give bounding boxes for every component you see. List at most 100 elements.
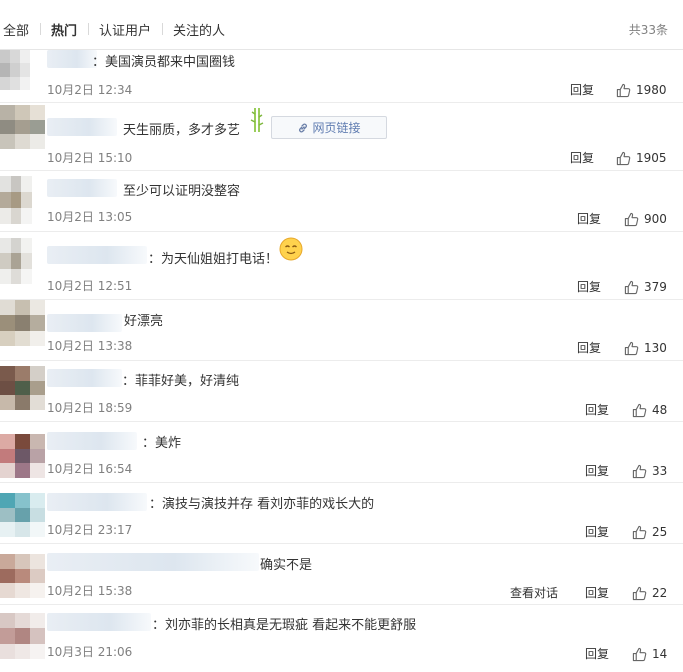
- web-link-button[interactable]: 网页链接: [271, 116, 387, 139]
- reply-button[interactable]: 回复: [570, 149, 594, 166]
- avatar[interactable]: [0, 300, 45, 346]
- like-count: 1905: [636, 151, 667, 165]
- reply-button[interactable]: 回复: [585, 584, 609, 601]
- comment-text: ：菲菲好美，好清纯: [122, 374, 240, 389]
- comment-item: 天生丽质，多才多艺 网页链接 10月2日 15:10 回复 1905: [0, 103, 683, 171]
- comment-time: 10月2日 16:54: [47, 462, 133, 476]
- like-count: 22: [652, 586, 668, 600]
- reply-button[interactable]: 回复: [577, 339, 601, 356]
- thumbs-up-icon: [632, 647, 647, 661]
- like-button[interactable]: 48: [632, 402, 667, 418]
- avatar[interactable]: [0, 366, 45, 410]
- reply-button[interactable]: 回复: [585, 462, 609, 479]
- like-count: 25: [652, 525, 668, 539]
- comment-text: 确实不是: [260, 558, 313, 573]
- like-count: 1980: [636, 83, 667, 97]
- tab-all[interactable]: 全部: [3, 20, 29, 39]
- comment-item: ：为天仙姐姐打电话！ 10月2日 12:51 回复 379: [0, 232, 683, 300]
- like-button[interactable]: 14: [632, 646, 667, 662]
- username[interactable]: [47, 553, 259, 571]
- thumbs-up-icon: [624, 341, 639, 355]
- comment-time: 10月2日 13:38: [47, 339, 133, 353]
- tab-divider: [40, 23, 41, 35]
- comment-time: 10月2日 12:34: [47, 83, 133, 97]
- smile-emoji-icon: [279, 237, 303, 261]
- comment-text: ：刘亦菲的长相真是无瑕疵 看起来不能更舒服: [152, 618, 417, 633]
- username[interactable]: [47, 493, 147, 511]
- like-button[interactable]: 22: [632, 585, 667, 601]
- comment-item: ：刘亦菲的长相真是无瑕疵 看起来不能更舒服 10月3日 21:06 回复 14: [0, 605, 683, 672]
- thumbs-up-icon: [624, 280, 639, 294]
- reply-button[interactable]: 回复: [585, 401, 609, 418]
- web-link-label: 网页链接: [312, 121, 361, 135]
- comment-text: ：美国演员都来中国圈钱: [92, 55, 236, 70]
- avatar[interactable]: [0, 238, 32, 284]
- thumbs-up-icon: [632, 464, 647, 478]
- tab-verified-users[interactable]: 认证用户: [99, 20, 151, 39]
- comment-text: ：为天仙姐姐打电话！: [148, 252, 279, 267]
- reply-button[interactable]: 回复: [577, 278, 601, 295]
- like-count: 33: [652, 464, 668, 478]
- comment-item: 至少可以证明没整容 10月2日 13:05 回复 900: [0, 171, 683, 232]
- username[interactable]: [47, 369, 122, 387]
- tab-divider: [88, 23, 89, 35]
- avatar[interactable]: [0, 554, 45, 598]
- comment-time: 10月2日 18:59: [47, 401, 133, 415]
- bamboo-emoji-icon: [250, 108, 264, 132]
- thumbs-up-icon: [624, 212, 639, 226]
- like-button[interactable]: 900: [624, 211, 667, 227]
- username[interactable]: [47, 432, 137, 450]
- username[interactable]: [47, 118, 117, 136]
- comment-count: 共33条: [628, 23, 668, 37]
- avatar[interactable]: [0, 50, 30, 90]
- avatar[interactable]: [0, 434, 45, 478]
- thumbs-up-icon: [632, 586, 647, 600]
- like-count: 379: [644, 280, 667, 294]
- like-button[interactable]: 379: [624, 279, 667, 295]
- avatar[interactable]: [0, 493, 45, 537]
- comment-text: 至少可以证明没整容: [123, 184, 241, 199]
- username[interactable]: [47, 179, 117, 197]
- tab-divider: [162, 23, 163, 35]
- username[interactable]: [47, 613, 151, 631]
- like-button[interactable]: 130: [624, 340, 667, 356]
- reply-button[interactable]: 回复: [585, 645, 609, 662]
- tab-hot[interactable]: 热门: [51, 20, 77, 39]
- avatar[interactable]: [0, 105, 45, 149]
- comment-time: 10月3日 21:06: [47, 645, 133, 659]
- like-button[interactable]: 25: [632, 524, 667, 540]
- like-count: 900: [644, 212, 667, 226]
- like-count: 48: [652, 403, 668, 417]
- comment-time: 10月2日 23:17: [47, 523, 133, 537]
- view-conversation-button[interactable]: 查看对话: [510, 584, 558, 601]
- like-button[interactable]: 1905: [616, 150, 667, 166]
- comment-item: ：演技与演技并存 看刘亦菲的戏长大的 10月2日 23:17 回复 25: [0, 483, 683, 544]
- avatar[interactable]: [0, 613, 45, 659]
- comment-text: 天生丽质，多才多艺: [123, 123, 241, 138]
- username[interactable]: [47, 314, 122, 332]
- comment-item: ：美炸 10月2日 16:54 回复 33: [0, 422, 683, 483]
- like-button[interactable]: 1980: [616, 82, 667, 98]
- reply-button[interactable]: 回复: [585, 523, 609, 540]
- thumbs-up-icon: [616, 83, 631, 97]
- avatar[interactable]: [0, 176, 32, 224]
- username[interactable]: [47, 50, 97, 68]
- comment-time: 10月2日 15:10: [47, 151, 133, 165]
- comment-filter-bar: 全部 热门 认证用户 关注的人 共33条: [0, 0, 683, 50]
- tab-following[interactable]: 关注的人: [173, 20, 225, 39]
- comment-time: 10月2日 12:51: [47, 279, 133, 293]
- reply-button[interactable]: 回复: [570, 81, 594, 98]
- comment-item: 好漂亮 10月2日 13:38 回复 130: [0, 300, 683, 361]
- comment-text: 好漂亮: [124, 314, 164, 329]
- comment-item: ：美国演员都来中国圈钱 10月2日 12:34 回复 1980: [0, 50, 683, 103]
- link-icon: [299, 123, 308, 132]
- like-count: 130: [644, 341, 667, 355]
- thumbs-up-icon: [632, 403, 647, 417]
- comment-text: ：演技与演技并存 看刘亦菲的戏长大的: [149, 497, 375, 512]
- comment-item: ：菲菲好美，好清纯 10月2日 18:59 回复 48: [0, 361, 683, 422]
- like-button[interactable]: 33: [632, 463, 667, 479]
- reply-button[interactable]: 回复: [577, 210, 601, 227]
- comment-time: 10月2日 15:38: [47, 584, 133, 598]
- thumbs-up-icon: [632, 525, 647, 539]
- username[interactable]: [47, 246, 147, 264]
